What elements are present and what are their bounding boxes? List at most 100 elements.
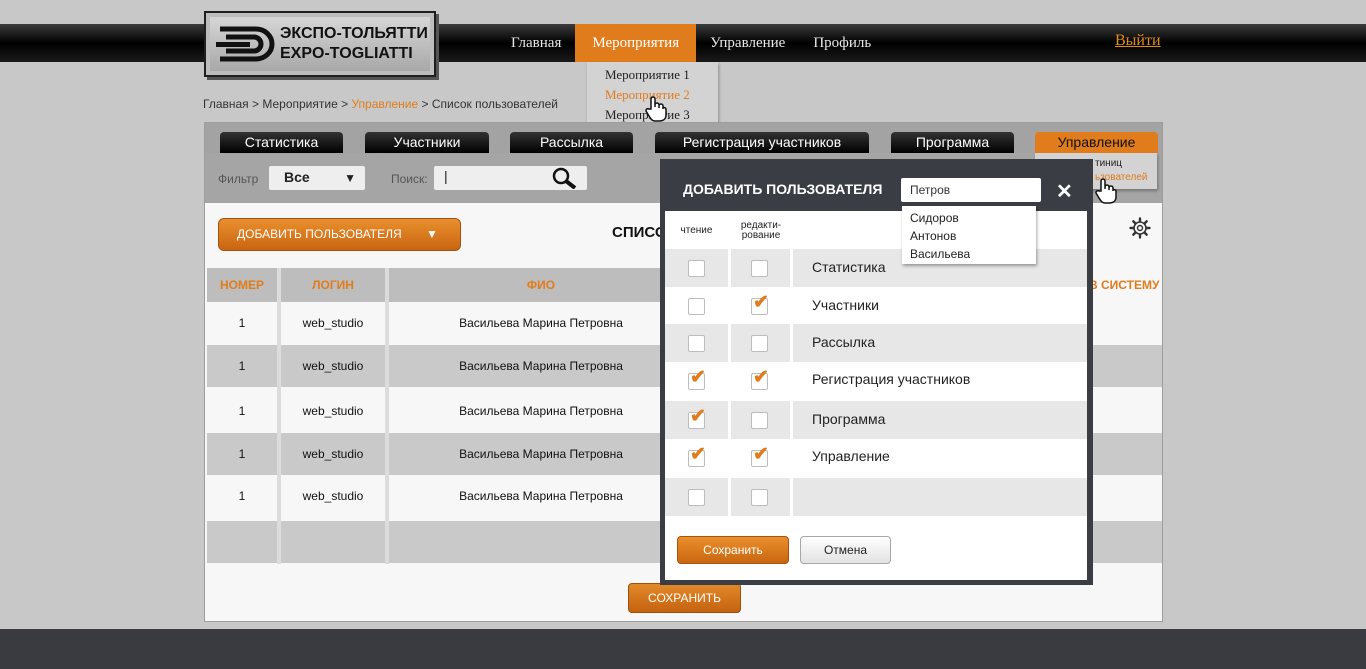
add-user-label: ДОБАВИТЬ ПОЛЬЗОВАТЕЛЯ bbox=[237, 227, 402, 241]
edit-checkbox[interactable]: ✔ bbox=[751, 445, 769, 467]
cell-name: Васильева Марина Петровна bbox=[459, 489, 623, 503]
cell-name: Васильева Марина Петровна bbox=[459, 404, 623, 418]
save-button[interactable]: СОХРАНИТЬ bbox=[628, 583, 741, 613]
permission-label: Регистрация участников bbox=[812, 371, 971, 387]
column-header-number[interactable]: НОМЕР bbox=[207, 268, 277, 302]
column-header-login[interactable]: ЛОГИН bbox=[281, 268, 385, 302]
cell-number: 1 bbox=[238, 447, 246, 461]
close-icon[interactable]: ✕ bbox=[1056, 179, 1073, 204]
gear-icon[interactable] bbox=[1129, 217, 1151, 239]
permission-label: Управление bbox=[812, 448, 890, 464]
tab-program[interactable]: Программа bbox=[891, 132, 1014, 153]
cell-login: web_studio bbox=[302, 447, 364, 461]
nav-profile[interactable]: Профиль bbox=[799, 24, 885, 62]
modal-header: ДОБАВИТЬ ПОЛЬЗОВАТЕЛЯ Петров ✕ bbox=[665, 164, 1087, 211]
logo-line-en: EXPO-TOGLIATTI bbox=[280, 45, 413, 62]
edit-checkbox[interactable] bbox=[751, 489, 768, 506]
search-label: Поиск: bbox=[391, 172, 428, 186]
suggestion-item[interactable]: Антонов bbox=[910, 228, 1036, 246]
cell-name: Васильева Марина Петровна bbox=[459, 359, 623, 373]
breadcrumb-current: > Список пользователей bbox=[418, 97, 558, 111]
cell-login: web_studio bbox=[302, 404, 364, 418]
logo-icon bbox=[216, 26, 275, 62]
edit-checkbox[interactable]: ✔ bbox=[751, 293, 769, 315]
caret-down-icon[interactable]: ▼ bbox=[426, 219, 438, 250]
main-nav: Главная Мероприятия Управление Профиль bbox=[497, 24, 885, 62]
column-header-login-system[interactable]: В СИСТЕМУ bbox=[1089, 278, 1159, 292]
modal-save-button[interactable]: Сохранить bbox=[677, 536, 789, 564]
modal-title: ДОБАВИТЬ ПОЛЬЗОВАТЕЛЯ bbox=[683, 181, 883, 197]
column-header-name[interactable]: ФИО bbox=[389, 268, 693, 302]
filter-select-value: Все bbox=[284, 169, 310, 185]
cell-number: 1 bbox=[238, 359, 246, 373]
column-divider bbox=[277, 268, 281, 564]
dropdown-item-event-1[interactable]: Мероприятие 1 bbox=[605, 68, 718, 88]
cell-name: Васильева Марина Петровна bbox=[459, 447, 623, 461]
chevron-down-icon: ▼ bbox=[344, 171, 356, 185]
filter-label: Фильтр bbox=[218, 172, 259, 186]
checkmark-icon: ✔ bbox=[753, 367, 769, 388]
dropdown-item-pages[interactable]: тиниц bbox=[1095, 157, 1157, 171]
column-header-read: чтение bbox=[680, 225, 713, 236]
edit-checkbox[interactable] bbox=[751, 260, 768, 277]
nav-home[interactable]: Главная bbox=[497, 24, 575, 62]
suggestion-item[interactable]: Васильева bbox=[910, 246, 1036, 264]
logout-link[interactable]: Выйти bbox=[1115, 32, 1161, 50]
list-title: СПИСО bbox=[612, 224, 667, 241]
read-checkbox[interactable] bbox=[688, 260, 705, 277]
checkmark-icon: ✔ bbox=[753, 444, 769, 465]
cell-login: web_studio bbox=[302, 359, 364, 373]
read-checkbox[interactable]: ✔ bbox=[688, 368, 706, 390]
tab-mailing[interactable]: Рассылка bbox=[510, 132, 633, 153]
checkmark-icon: ✔ bbox=[690, 367, 706, 388]
read-checkbox[interactable]: ✔ bbox=[688, 407, 706, 429]
tab-management[interactable]: Управление bbox=[1035, 132, 1158, 153]
nav-events[interactable]: Мероприятия bbox=[575, 24, 697, 62]
permission-label: Программа bbox=[812, 411, 886, 427]
tab-participants[interactable]: Участники bbox=[365, 132, 489, 153]
hand-cursor-icon bbox=[645, 96, 667, 122]
nav-management[interactable]: Управление bbox=[696, 24, 799, 62]
read-checkbox[interactable]: ✔ bbox=[688, 445, 706, 467]
edit-checkbox[interactable] bbox=[751, 412, 768, 429]
user-search-input[interactable]: Петров bbox=[901, 178, 1041, 202]
modal-cancel-button[interactable]: Отмена bbox=[800, 536, 891, 564]
column-divider bbox=[790, 211, 793, 523]
permission-label: Рассылка bbox=[812, 334, 876, 350]
tab-statistics[interactable]: Статистика bbox=[220, 132, 343, 153]
edit-checkbox[interactable]: ✔ bbox=[751, 368, 769, 390]
permission-label: Статистика bbox=[812, 259, 886, 275]
checkmark-icon: ✔ bbox=[690, 444, 706, 465]
checkmark-icon: ✔ bbox=[753, 292, 769, 313]
search-icon[interactable] bbox=[551, 167, 579, 189]
filter-select[interactable]: Все ▼ bbox=[269, 166, 365, 190]
add-user-modal: ДОБАВИТЬ ПОЛЬЗОВАТЕЛЯ Петров ✕ чтение ре… bbox=[660, 159, 1093, 585]
tab-registration[interactable]: Регистрация участников bbox=[655, 132, 869, 153]
footer bbox=[0, 629, 1366, 669]
breadcrumb-management[interactable]: Управление bbox=[351, 97, 418, 111]
permission-label: Участники bbox=[812, 297, 879, 313]
logo-line-ru: ЭКСПО-ТОЛЬЯТТИ bbox=[280, 25, 428, 42]
cell-name: Васильева Марина Петровна bbox=[459, 316, 623, 330]
read-checkbox[interactable] bbox=[688, 298, 705, 315]
tabs-strip: Статистика Участники Рассылка Регистраци… bbox=[205, 123, 1162, 153]
user-suggestions: Сидоров Антонов Васильева bbox=[902, 206, 1036, 264]
hand-cursor-icon bbox=[1095, 178, 1117, 204]
suggestion-item[interactable]: Сидоров bbox=[910, 210, 1036, 228]
add-user-button[interactable]: ДОБАВИТЬ ПОЛЬЗОВАТЕЛЯ ▼ bbox=[218, 218, 461, 251]
cell-login: web_studio bbox=[302, 489, 364, 503]
breadcrumb-start[interactable]: Главная > Мероприятие > bbox=[203, 97, 351, 111]
checkmark-icon: ✔ bbox=[690, 406, 706, 427]
cell-number: 1 bbox=[238, 316, 246, 330]
column-divider bbox=[728, 211, 731, 523]
breadcrumb: Главная > Мероприятие > Управление > Спи… bbox=[203, 97, 558, 111]
column-header-edit: редакти- рование bbox=[740, 220, 782, 241]
edit-checkbox[interactable] bbox=[751, 335, 768, 352]
cell-number: 1 bbox=[238, 489, 246, 503]
read-checkbox[interactable] bbox=[688, 335, 705, 352]
cell-login: web_studio bbox=[302, 316, 364, 330]
logo[interactable]: ЭКСПО-ТОЛЬЯТТИ EXPO-TOGLIATTI bbox=[204, 11, 436, 77]
cell-number: 1 bbox=[238, 404, 246, 418]
read-checkbox[interactable] bbox=[688, 489, 705, 506]
column-divider bbox=[385, 268, 389, 564]
